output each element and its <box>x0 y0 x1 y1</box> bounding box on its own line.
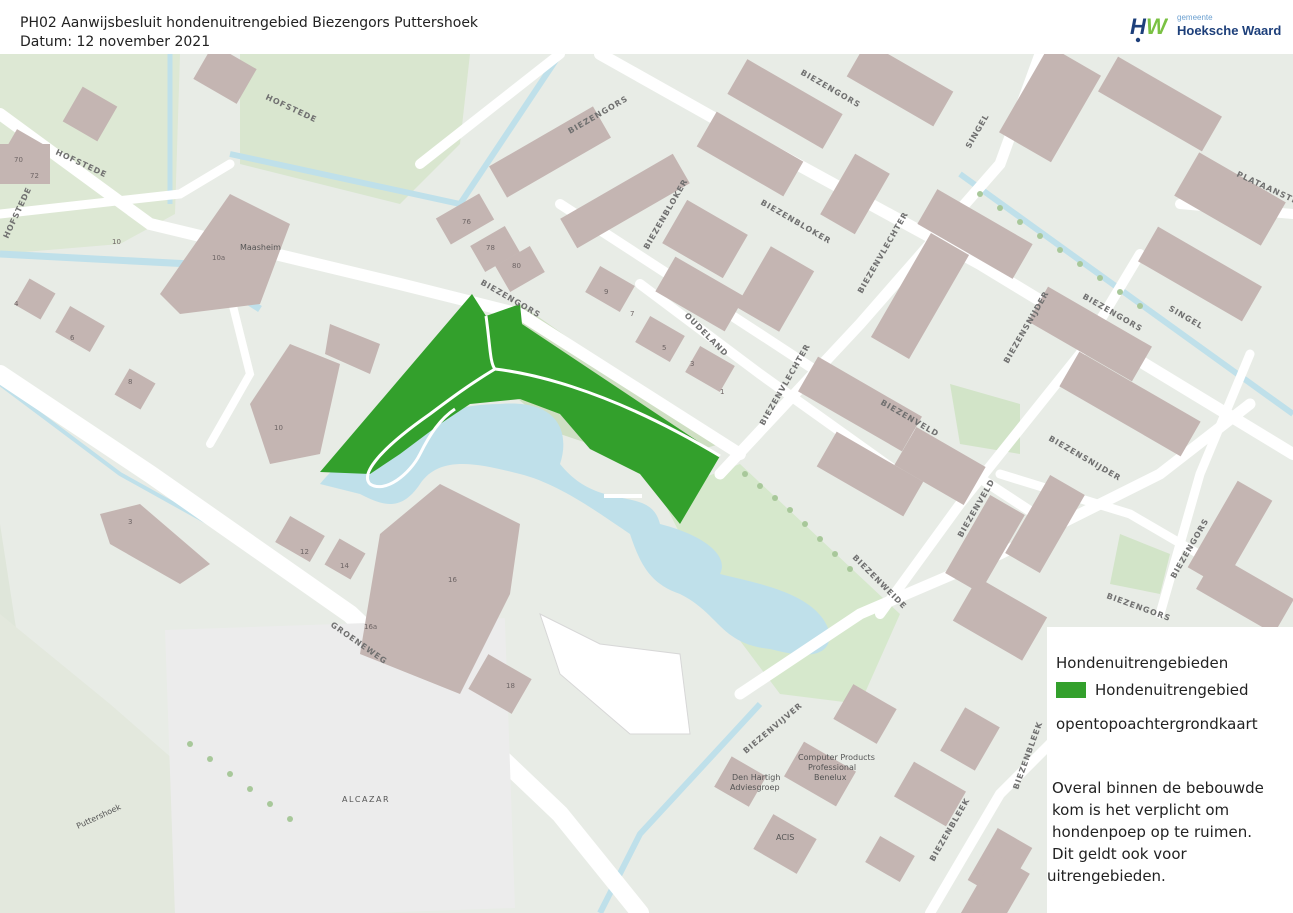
place-label-computer-products: Benelux <box>814 773 847 782</box>
jetty <box>604 494 642 498</box>
map-header: PH02 Aanwijsbesluit hondenuitrengebied B… <box>0 0 1293 54</box>
legend-note-line: hondenpoep op te ruimen. <box>1052 823 1252 841</box>
place-label-computer-products: Professional <box>808 763 856 772</box>
document-date: Datum: 12 november 2021 <box>20 34 211 50</box>
legend-note-line: kom is het verplicht om <box>1052 801 1230 819</box>
svg-text:16a: 16a <box>364 623 377 631</box>
legend-note: Overal binnen de bebouwde kom is het ver… <box>1047 777 1289 887</box>
svg-text:3: 3 <box>128 518 132 526</box>
legend-title: Hondenuitrengebieden <box>1056 654 1229 672</box>
place-label-den-hartigh: Adviesgroep <box>730 783 780 792</box>
legend-note-line: uitrengebieden. <box>1047 867 1166 885</box>
svg-text:80: 80 <box>512 262 521 270</box>
svg-text:9: 9 <box>604 288 608 296</box>
svg-text:78: 78 <box>486 244 495 252</box>
legend-swatch-dog-area <box>1056 682 1086 698</box>
svg-text:18: 18 <box>506 682 515 690</box>
svg-text:W: W <box>1146 14 1168 39</box>
legend-note-line: Overal binnen de bebouwde <box>1052 779 1264 797</box>
svg-text:H: H <box>1130 14 1147 39</box>
svg-text:70: 70 <box>14 156 23 164</box>
place-label-den-hartigh: Den Hartigh <box>732 773 780 782</box>
place-label-computer-products: Computer Products <box>798 753 875 762</box>
svg-text:10a: 10a <box>212 254 225 262</box>
place-label-alcazar: ALCAZAR <box>342 795 390 804</box>
hw-logo-icon: H W <box>1130 14 1168 43</box>
svg-text:10: 10 <box>112 238 121 246</box>
place-label-maasheim: Maasheim <box>240 243 281 252</box>
svg-text:10: 10 <box>274 424 283 432</box>
svg-text:72: 72 <box>30 172 39 180</box>
document-title: PH02 Aanwijsbesluit hondenuitrengebied B… <box>20 15 479 31</box>
logo-municipality-name: Hoeksche Waard <box>1177 23 1282 38</box>
municipality-logo: H W gemeente Hoeksche Waard <box>1130 12 1282 44</box>
legend-item-label: Hondenuitrengebied <box>1095 681 1249 699</box>
place-label-acis: ACIS <box>776 833 794 842</box>
svg-text:4: 4 <box>14 300 19 308</box>
svg-text:14: 14 <box>340 562 349 570</box>
logo-small-text: gemeente <box>1177 13 1213 22</box>
svg-text:76: 76 <box>462 218 471 226</box>
legend-basemap-label: opentopoachtergrondkaart <box>1056 715 1258 733</box>
svg-text:3: 3 <box>690 360 694 368</box>
svg-text:7: 7 <box>630 310 634 318</box>
legend-note-line: Dit geldt ook voor <box>1052 845 1187 863</box>
map-legend: Hondenuitrengebieden Hondenuitrengebied … <box>1047 627 1293 913</box>
svg-text:6: 6 <box>70 334 75 342</box>
svg-text:12: 12 <box>300 548 309 556</box>
svg-text:8: 8 <box>128 378 132 386</box>
svg-text:1: 1 <box>720 388 724 396</box>
svg-text:16: 16 <box>448 576 457 584</box>
svg-text:5: 5 <box>662 344 666 352</box>
